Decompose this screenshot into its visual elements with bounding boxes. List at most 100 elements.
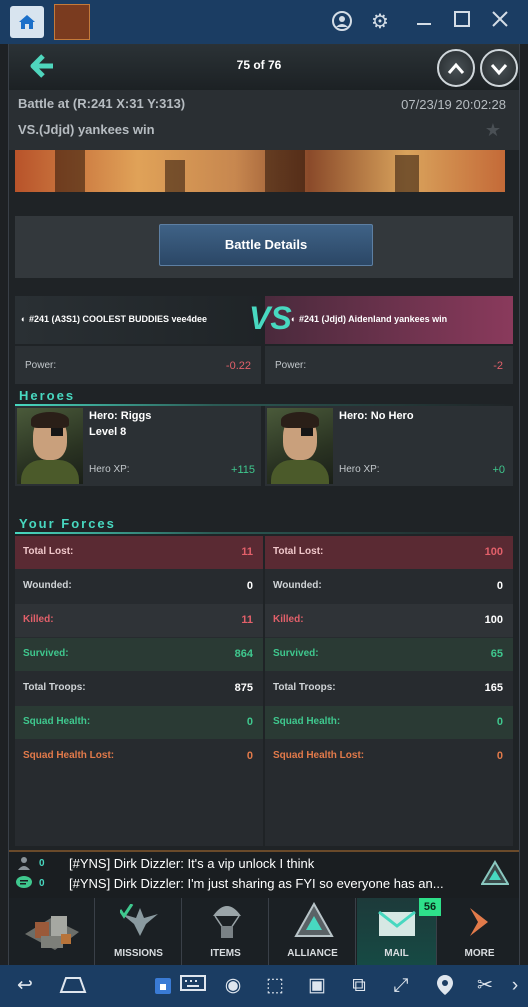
emulator-toolbar: ↩ ◉ ⬚ ▣ ⧉ ⤢ ✂ › [0, 965, 528, 1007]
battle-banner-image [15, 150, 505, 192]
location-pin-icon: ◐ [291, 314, 299, 324]
battle-datetime: 07/23/19 20:02:28 [401, 97, 506, 112]
attacker-forces: Total Lost: 11 Wounded: 0 Killed: 11 Sur… [15, 536, 263, 846]
defender-forces: Total Lost: 100 Wounded: 0 Killed: 100 S… [265, 536, 513, 846]
row-label: Squad Health: [23, 716, 91, 727]
attacker-banner: ◐ #241 (A3S1) COOLEST BUDDIES vee4dee [15, 296, 261, 344]
defender-hero-card[interactable]: Hero: No Hero Hero XP: +0 [265, 406, 513, 486]
vs-badge: VS [249, 300, 292, 336]
home-outline-icon[interactable] [58, 974, 87, 998]
hero-portrait [267, 408, 333, 484]
base-button[interactable] [9, 898, 95, 965]
back-icon[interactable]: ↩ [12, 974, 38, 998]
mail-label: MAIL [384, 948, 409, 959]
row-value: 0 [496, 580, 503, 592]
row-label: Total Lost: [23, 546, 74, 557]
location-pin-icon[interactable] [432, 974, 458, 998]
more-label: MORE [464, 948, 495, 959]
alliance-emblem-icon[interactable] [480, 860, 510, 886]
account-icon[interactable] [330, 10, 354, 34]
close-icon[interactable] [488, 10, 512, 34]
cursor-select-icon[interactable]: ⬚ [262, 974, 288, 998]
chat-ticker[interactable]: 0 [#YNS] Dirk Dizzler: It's a vip unlock… [9, 850, 519, 898]
back-arrow-icon[interactable] [29, 54, 59, 80]
home-icon[interactable] [10, 6, 44, 38]
fullscreen-icon[interactable]: ⤢ [388, 974, 414, 998]
row-total-troops: Total Troops: 875 [15, 672, 263, 705]
row-value: 165 [484, 682, 503, 694]
row-wounded: Wounded: 0 [15, 570, 263, 603]
row-value: 875 [234, 682, 253, 694]
hero-xp-label: Hero XP: [89, 464, 130, 475]
previous-up-icon[interactable] [437, 49, 475, 87]
missions-label: MISSIONS [114, 948, 163, 959]
row-squad-health: Squad Health: 0 [265, 706, 513, 739]
maximize-icon[interactable] [450, 10, 474, 34]
row-total-troops: Total Troops: 165 [265, 672, 513, 705]
row-value: 11 [241, 614, 253, 626]
bottom-navigation: MISSIONS ITEMS ALLIANCE MAIL 56 MORE [9, 898, 519, 965]
row-value: 11 [241, 546, 253, 558]
missions-button[interactable]: MISSIONS [96, 898, 182, 965]
row-squad-health-lost: Squad Health Lost: 0 [15, 740, 263, 773]
eye-icon[interactable]: ◉ [220, 974, 246, 998]
app-thumbnail-icon[interactable] [54, 4, 90, 40]
row-label: Total Troops: [273, 682, 336, 693]
row-label: Killed: [23, 614, 54, 625]
hero-name: Hero: Riggs [89, 410, 152, 422]
items-button[interactable]: ITEMS [183, 898, 269, 965]
attacker-hero-card[interactable]: Hero: Riggs Level 8 Hero XP: +115 [15, 406, 261, 486]
hero-name: Hero: No Hero [339, 410, 414, 422]
base-icon [21, 904, 83, 960]
more-button[interactable]: MORE [438, 898, 519, 965]
minimize-icon[interactable] [412, 10, 436, 34]
row-value: 864 [234, 648, 253, 660]
row-label: Wounded: [23, 580, 72, 591]
scissors-icon[interactable]: ✂ [472, 974, 498, 998]
chat-line-2: [#YNS] Dirk Dizzler: I'm just sharing as… [69, 876, 444, 891]
alliance-label: ALLIANCE [287, 948, 338, 959]
video-record-icon[interactable]: ▣ [304, 974, 330, 998]
power-label: Power: [275, 360, 307, 371]
hero-portrait [17, 408, 83, 484]
row-value: 0 [246, 580, 253, 592]
defender-name-row: ◐ #241 (Jdjd) Aidenland yankees win [291, 314, 447, 324]
hero-level: Level 8 [89, 426, 127, 438]
battle-location: Battle at (R:241 X:31 Y:313) [18, 96, 186, 111]
expand-chevron-icon[interactable]: › [502, 974, 528, 998]
alliance-button[interactable]: ALLIANCE [270, 898, 356, 965]
battle-details-panel: Battle Details [15, 216, 513, 278]
favorite-star-icon[interactable]: ★ [485, 120, 501, 141]
row-value: 65 [490, 648, 503, 660]
chat-line-1: [#YNS] Dirk Dizzler: It's a vip unlock I… [69, 856, 315, 871]
settings-icon[interactable]: ⚙ [368, 10, 392, 34]
keyboard-icon[interactable] [180, 974, 206, 998]
power-label: Power: [25, 360, 57, 371]
multi-instance-icon[interactable]: ⧉ [346, 974, 372, 998]
battle-details-button[interactable]: Battle Details [159, 224, 373, 266]
message-counter: 75 of 76 [236, 58, 282, 72]
row-squad-health: Squad Health: 0 [15, 706, 263, 739]
defender-banner: ◐ #241 (Jdjd) Aidenland yankees win [265, 296, 513, 344]
row-value: 0 [246, 716, 253, 728]
row-value: 0 [496, 750, 503, 762]
alliance-icon [294, 901, 334, 940]
mail-header: 75 of 76 [9, 44, 519, 90]
row-label: Squad Health Lost: [273, 750, 365, 761]
row-value: 0 [496, 716, 503, 728]
keyboard-lock-icon[interactable] [150, 974, 176, 998]
battle-result: VS.(Jdjd) yankees win [18, 122, 155, 137]
hero-xp-value: +0 [492, 464, 505, 476]
attacker-name-row: ◐ #241 (A3S1) COOLEST BUDDIES vee4dee [21, 314, 207, 324]
defender-power: Power: -2 [265, 346, 513, 384]
row-label: Total Troops: [23, 682, 86, 693]
attacker-name: #241 (A3S1) COOLEST BUDDIES vee4dee [28, 314, 208, 324]
defender-name: #241 (Jdjd) Aidenland yankees win [298, 314, 448, 324]
heroes-heading: Heroes [19, 388, 76, 403]
window-titlebar: ⚙ [0, 0, 528, 44]
row-value: 100 [484, 614, 503, 626]
hero-xp-label: Hero XP: [339, 464, 380, 475]
row-label: Total Lost: [273, 546, 324, 557]
friends-icon [17, 856, 31, 870]
next-down-icon[interactable] [480, 49, 518, 87]
